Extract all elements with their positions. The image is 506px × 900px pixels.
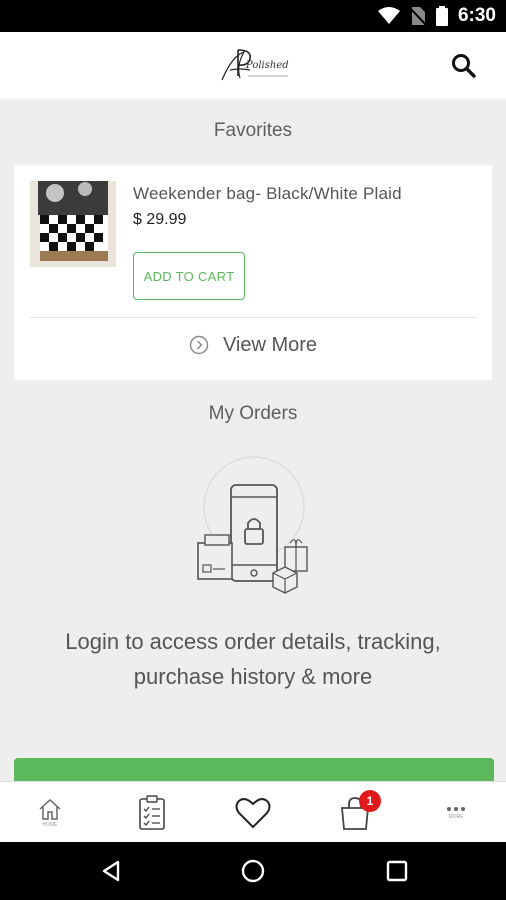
recents-button[interactable] <box>382 856 412 886</box>
card-divider <box>30 317 476 318</box>
bottom-nav: HOME 1 MORE <box>0 781 506 842</box>
app-header: Polished <box>0 32 506 99</box>
nav-more[interactable]: MORE <box>416 782 496 843</box>
add-to-cart-button[interactable]: ADD TO CART <box>133 252 245 300</box>
search-button[interactable] <box>450 52 478 80</box>
nav-home[interactable]: HOME <box>10 782 90 843</box>
chevron-right-circle-icon <box>189 335 209 355</box>
phone-lock-illustration-icon <box>197 456 308 594</box>
status-time: 6:30 <box>457 5 496 26</box>
nav-orders[interactable] <box>112 782 192 843</box>
home-system-button[interactable] <box>238 856 268 886</box>
brand-logo[interactable]: Polished <box>218 46 290 86</box>
product-image[interactable] <box>30 181 116 267</box>
home-circle-icon <box>241 859 265 883</box>
wifi-icon <box>377 7 400 24</box>
more-dots-icon <box>447 806 465 811</box>
nav-home-label: HOME <box>42 821 58 828</box>
heart-icon <box>235 797 271 828</box>
battery-icon <box>435 6 448 26</box>
search-icon <box>452 54 476 78</box>
status-bar: 6:30 <box>0 0 506 32</box>
orders-title: My Orders <box>208 403 298 424</box>
view-more-label: View More <box>222 333 318 356</box>
recents-icon <box>386 860 408 882</box>
back-icon <box>102 860 120 882</box>
plaid-bag-image <box>30 181 116 267</box>
product-name[interactable]: Weekender bag- Black/White Plaid <box>133 184 402 204</box>
home-icon <box>39 798 61 820</box>
nav-cart[interactable]: 1 <box>315 782 395 843</box>
cart-badge: 1 <box>359 790 381 812</box>
view-more-link[interactable]: View More <box>14 331 492 359</box>
nav-favorites[interactable] <box>213 782 293 843</box>
logo-text: Polished <box>246 60 289 71</box>
system-navigation-bar <box>0 842 506 900</box>
no-sim-icon <box>409 7 426 26</box>
nav-more-label: MORE <box>448 813 464 820</box>
orders-clipboard-icon <box>139 794 165 830</box>
orders-illustration <box>193 455 315 595</box>
favorites-card: Weekender bag- Black/White Plaid $ 29.99… <box>14 165 492 380</box>
favorites-title: Favorites <box>213 120 293 141</box>
status-icons: 6:30 <box>377 5 496 27</box>
product-price: $ 29.99 <box>133 211 187 228</box>
login-message: Login to access order details, tracking,… <box>65 629 441 689</box>
back-button[interactable] <box>96 856 126 886</box>
